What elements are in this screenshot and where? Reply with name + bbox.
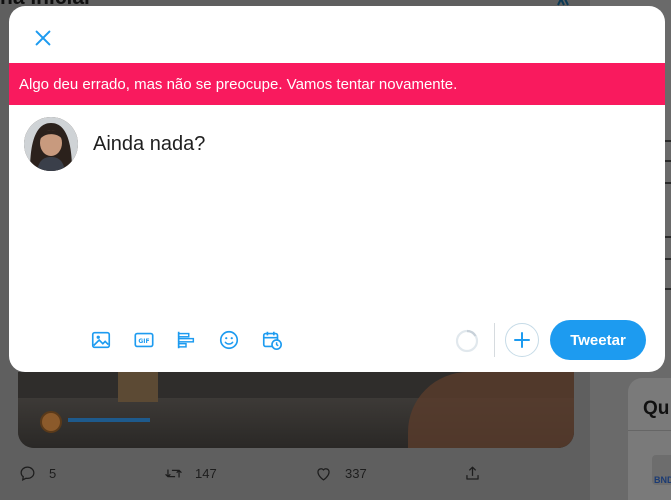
- error-message: Algo deu errado, mas não se preocupe. Va…: [19, 75, 458, 93]
- reply-icon: [20, 466, 35, 481]
- gif-icon: GIF: [134, 332, 154, 348]
- add-gif-button[interactable]: GIF: [126, 322, 162, 358]
- add-emoji-button[interactable]: [211, 322, 247, 358]
- add-another-tweet-button[interactable]: [505, 323, 539, 357]
- close-icon: [35, 30, 51, 46]
- tweet-button[interactable]: Tweetar: [550, 320, 646, 360]
- compose-tweet-modal: Algo deu errado, mas não se preocupe. Va…: [9, 6, 665, 372]
- image-icon: [91, 331, 111, 349]
- avatar[interactable]: [24, 117, 78, 171]
- like-count: 337: [345, 465, 367, 481]
- tweet-media-image: [18, 372, 574, 448]
- avatar-photo: [24, 117, 78, 171]
- toolbar-divider: [494, 323, 495, 357]
- reply-count: 5: [49, 465, 57, 481]
- add-image-button[interactable]: [83, 322, 119, 358]
- retweet-count: 147: [195, 465, 217, 481]
- share-action[interactable]: [463, 458, 494, 488]
- right-card-divider: [628, 430, 671, 431]
- reply-action[interactable]: 5: [18, 458, 56, 488]
- retweet-icon: [165, 469, 182, 477]
- tweet-compose-input[interactable]: [93, 130, 633, 158]
- plus-icon: [514, 332, 530, 348]
- close-button[interactable]: [25, 20, 61, 56]
- svg-text:GIF: GIF: [138, 338, 149, 345]
- tweet-actions: 5 147 337: [18, 458, 488, 488]
- poll-icon: [177, 331, 195, 349]
- add-poll-button[interactable]: [168, 322, 204, 358]
- heart-icon: [317, 467, 330, 481]
- right-card-title: Qu: [643, 398, 670, 419]
- share-icon: [466, 466, 479, 480]
- compose-toolbar: GIF Tweetar: [9, 320, 665, 360]
- error-banner: Algo deu errado, mas não se preocupe. Va…: [9, 63, 665, 105]
- like-action[interactable]: 337: [314, 458, 367, 488]
- retweet-action[interactable]: 147: [164, 458, 217, 488]
- emoji-icon: [219, 330, 239, 350]
- character-count-ring: [455, 329, 479, 353]
- schedule-icon: [262, 331, 282, 350]
- schedule-button[interactable]: [254, 322, 290, 358]
- trend-logo-text: BND: [654, 475, 671, 485]
